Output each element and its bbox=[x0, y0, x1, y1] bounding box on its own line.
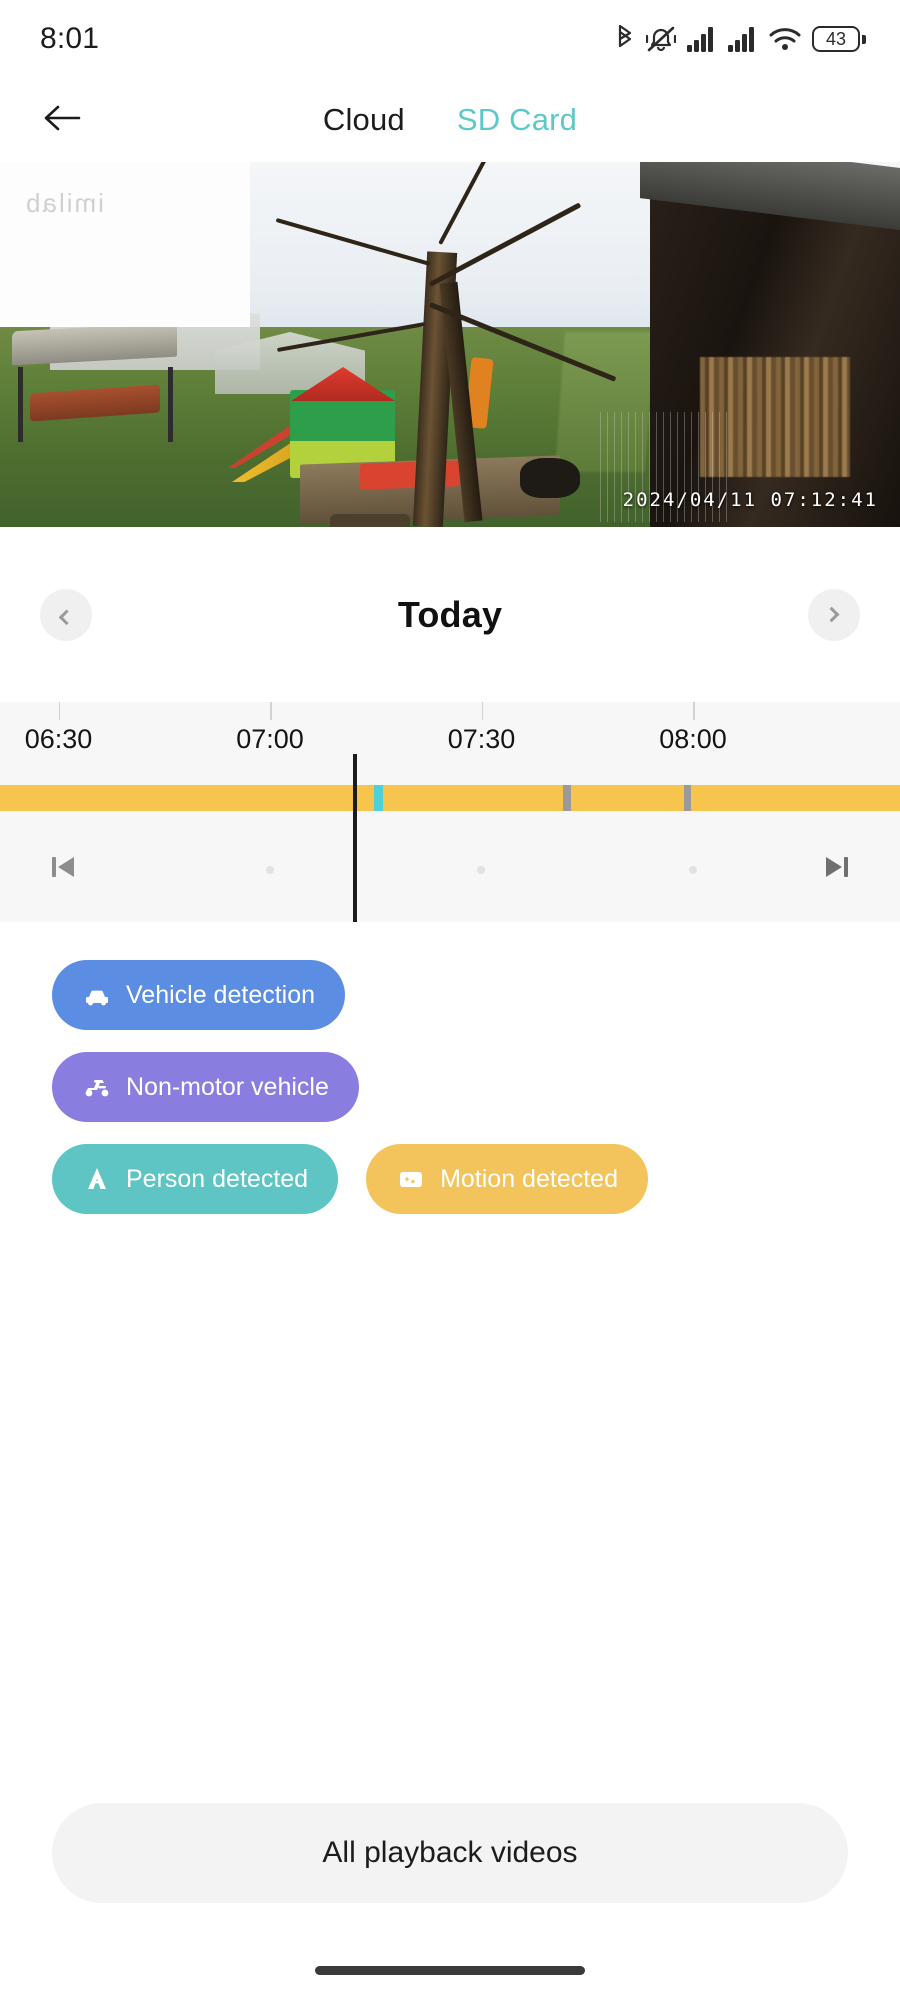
battery-tip bbox=[862, 34, 866, 44]
skip-previous-icon bbox=[48, 852, 78, 887]
scooter-icon bbox=[82, 1072, 112, 1102]
timeline-tick bbox=[693, 702, 695, 720]
timeline-prev-event-button[interactable] bbox=[48, 852, 78, 887]
video-player[interactable]: imilab 2024/04/11 07:12:41 bbox=[0, 162, 900, 527]
day-navigator: Today bbox=[0, 527, 900, 702]
event-filter-chips: Vehicle detection Non-motor vehicle Person… bbox=[0, 922, 660, 1214]
back-button[interactable] bbox=[36, 94, 88, 146]
filter-chip-label: Non-motor vehicle bbox=[126, 1072, 329, 1101]
battery-level: 43 bbox=[825, 29, 847, 49]
tab-cloud[interactable]: Cloud bbox=[323, 102, 405, 138]
signal-bars-2-icon bbox=[728, 26, 758, 52]
video-stump bbox=[330, 514, 410, 527]
filter-chip-non-motor-vehicle[interactable]: Non-motor vehicle bbox=[52, 1052, 359, 1122]
status-icons: 43 bbox=[615, 25, 866, 53]
video-watermark: imilab bbox=[24, 188, 104, 218]
signal-bars-icon bbox=[687, 26, 717, 52]
timeline-tick bbox=[58, 702, 60, 720]
back-arrow-icon bbox=[42, 103, 82, 138]
filter-chip-label: Motion detected bbox=[440, 1164, 618, 1193]
previous-day-button[interactable] bbox=[40, 588, 92, 641]
timeline-dot bbox=[688, 866, 697, 874]
header-bar: Cloud SD Card bbox=[0, 78, 900, 162]
chevron-left-icon bbox=[58, 609, 74, 626]
bluetooth-icon bbox=[615, 25, 635, 53]
status-bar: 8:01 43 bbox=[0, 0, 900, 78]
timeline-dot bbox=[477, 866, 485, 874]
timeline-tick bbox=[270, 702, 272, 720]
video-dog bbox=[520, 458, 580, 498]
tab-sd-card[interactable]: SD Card bbox=[457, 102, 577, 138]
mute-vibrate-icon bbox=[646, 25, 676, 53]
filter-chip-label: Person detected bbox=[126, 1164, 309, 1193]
video-overexposed-region bbox=[0, 162, 250, 327]
timeline-track[interactable] bbox=[0, 785, 900, 811]
timeline-label: 08:00 bbox=[659, 724, 727, 754]
person-event[interactable] bbox=[373, 785, 383, 811]
timeline-label: 07:00 bbox=[236, 724, 304, 754]
battery-icon: 43 bbox=[812, 26, 866, 52]
timeline[interactable]: 06:30 07:00 07:30 08:00 bbox=[0, 702, 900, 922]
skip-next-icon bbox=[822, 852, 852, 887]
timeline-label: 06:30 bbox=[24, 724, 93, 754]
tab-bar: Cloud SD Card bbox=[323, 102, 577, 138]
person-icon bbox=[82, 1164, 112, 1194]
home-indicator bbox=[315, 1966, 585, 1975]
timeline-dot bbox=[265, 866, 274, 874]
all-playback-videos-button[interactable]: All playback videos bbox=[52, 1803, 848, 1903]
day-title: Today bbox=[397, 593, 503, 635]
timeline-playhead[interactable] bbox=[352, 754, 357, 922]
gap-marker-2[interactable] bbox=[684, 785, 692, 811]
filter-chip-person-detected[interactable]: Person detected bbox=[52, 1144, 339, 1214]
timeline-next-event-button[interactable] bbox=[822, 852, 852, 887]
status-time: 8:01 bbox=[40, 22, 100, 55]
timeline-ticks: 06:30 07:00 07:30 08:00 bbox=[0, 702, 900, 758]
video-timestamp: 2024/04/11 07:12:41 bbox=[622, 489, 878, 511]
timeline-tick bbox=[481, 702, 483, 720]
gap-marker[interactable] bbox=[562, 785, 571, 811]
filter-chip-motion-detected[interactable]: Motion detected bbox=[366, 1144, 648, 1214]
car-icon bbox=[82, 980, 112, 1010]
filter-chip-vehicle-detection[interactable]: Vehicle detection bbox=[52, 960, 346, 1030]
chevron-right-icon bbox=[823, 606, 839, 623]
timeline-label: 07:30 bbox=[447, 724, 516, 754]
next-day-button[interactable] bbox=[808, 588, 860, 641]
wifi-icon bbox=[769, 26, 801, 52]
filter-chip-label: Vehicle detection bbox=[126, 980, 316, 1009]
motion-icon bbox=[396, 1164, 426, 1194]
